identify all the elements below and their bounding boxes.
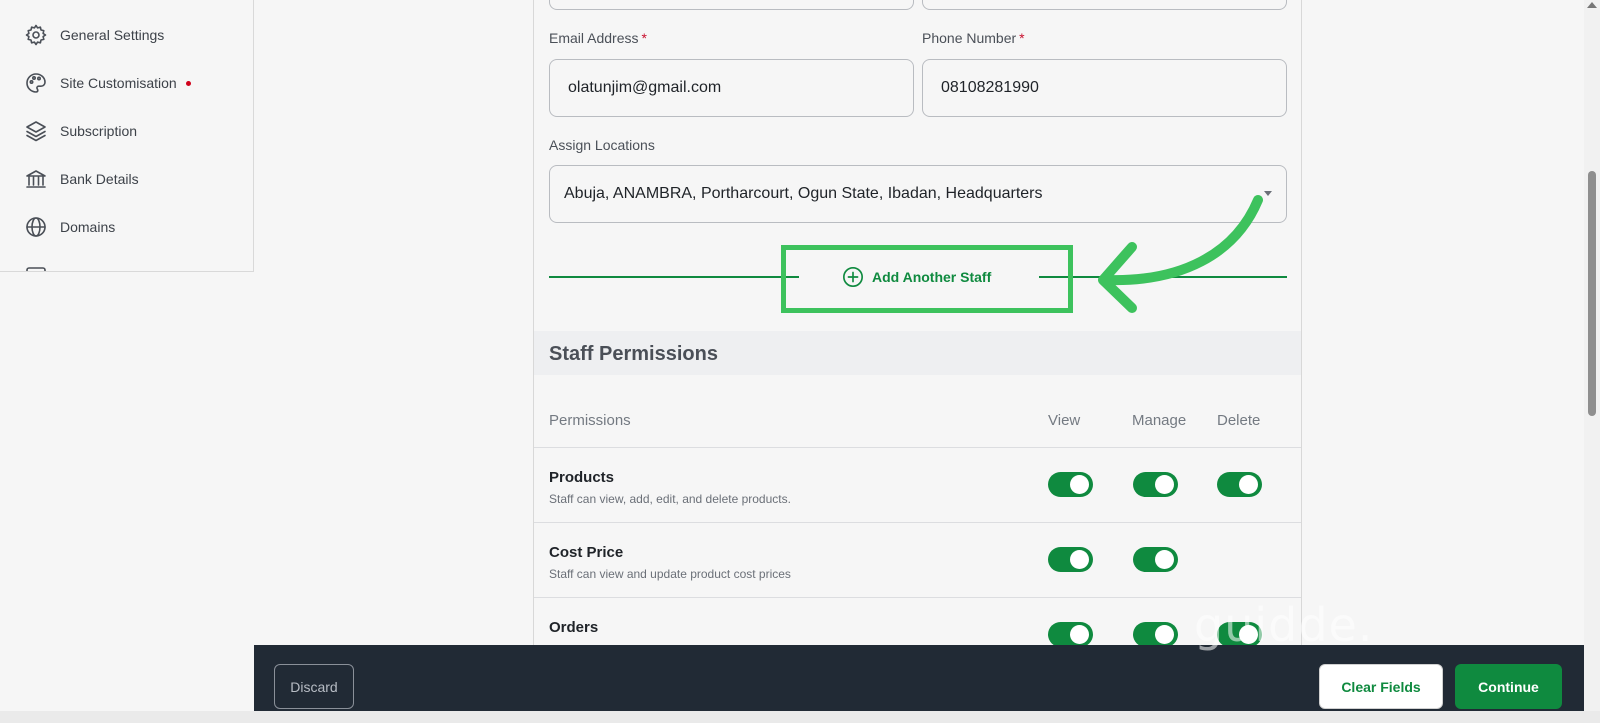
vertical-scrollbar[interactable] [1584,0,1600,711]
watermark-logo: guidde. [1194,598,1374,652]
scrollbar-thumb[interactable] [1588,171,1596,416]
horizontal-scrollbar[interactable] [0,711,1600,723]
bottom-action-bar: Discard Clear Fields Continue [254,645,1584,711]
scroll-up-arrow-icon[interactable] [1587,2,1597,8]
discard-button[interactable]: Discard [274,664,354,709]
continue-button[interactable]: Continue [1455,664,1562,709]
clear-fields-button[interactable]: Clear Fields [1319,664,1443,709]
